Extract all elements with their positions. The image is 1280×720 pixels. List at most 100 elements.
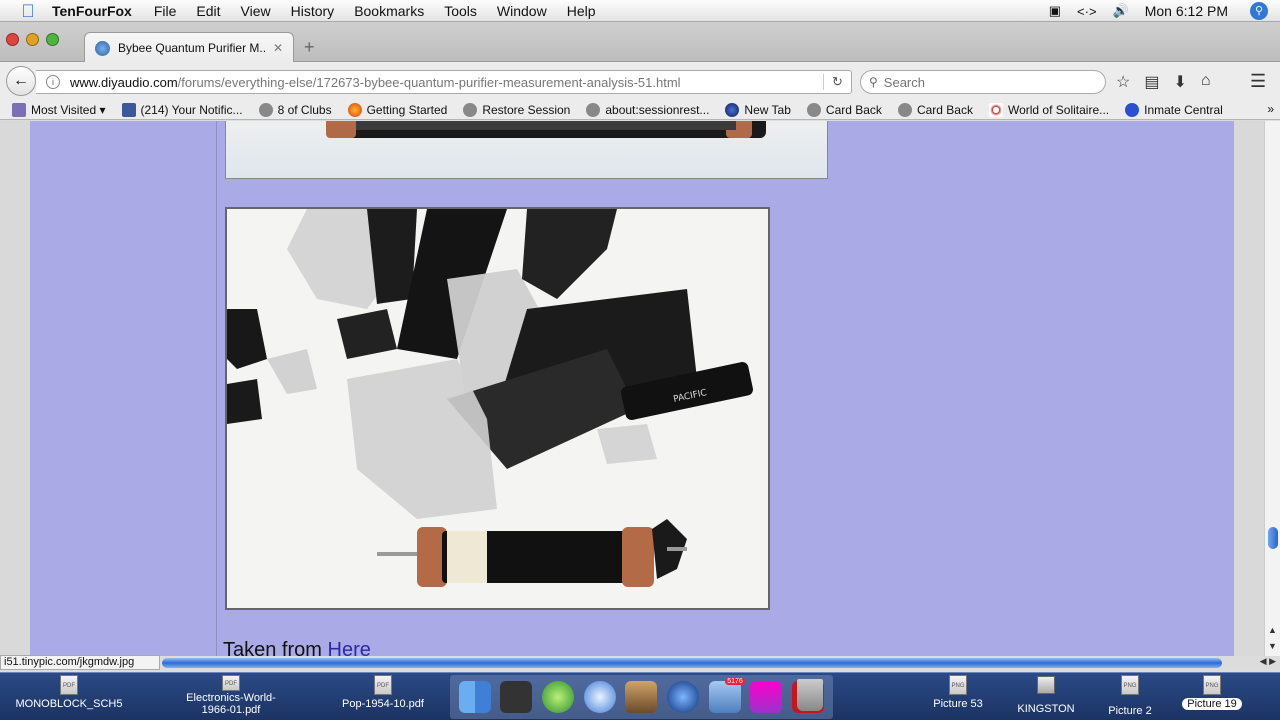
bookmark-world-of-solitaire[interactable]: World of Solitaire... xyxy=(988,102,1110,117)
bookmarks-overflow-icon[interactable]: » xyxy=(1267,102,1274,116)
inmate-central-icon xyxy=(1125,102,1140,117)
menu-help[interactable]: Help xyxy=(567,3,596,19)
menu-edit[interactable]: Edit xyxy=(196,3,220,19)
menu-hamburger-icon[interactable]: ☰ xyxy=(1250,71,1266,92)
dock-file-electronics-world[interactable]: PDF Electronics-World-1966-01.pdf xyxy=(176,673,286,716)
code-icon[interactable]: <·> xyxy=(1077,4,1097,19)
post-image-bybee-dissected[interactable]: PACIFIC xyxy=(225,207,770,610)
bookmark-label: World of Solitaire... xyxy=(1007,102,1110,117)
scroll-down-icon[interactable]: ▼ xyxy=(1268,641,1277,651)
menu-view[interactable]: View xyxy=(241,3,271,19)
bookmark-new-tab[interactable]: New Tab xyxy=(725,102,791,117)
horizontal-scroll-thumb[interactable] xyxy=(162,658,1222,668)
bookmark-label: Most Visited xyxy=(31,102,97,117)
volume-icon[interactable]: 🔊 xyxy=(1113,3,1129,19)
bookmark-card-back-2[interactable]: Card Back xyxy=(897,102,973,117)
bookmark-restore-session[interactable]: Restore Session xyxy=(463,102,571,117)
url-text[interactable]: www.diyaudio.com/forums/everything-else/… xyxy=(70,75,823,90)
bookmark-label: about:sessionrest... xyxy=(605,102,710,117)
back-button[interactable]: ← xyxy=(6,66,36,96)
bookmark-star-icon[interactable]: ☆ xyxy=(1116,72,1130,92)
menu-tools[interactable]: Tools xyxy=(444,3,477,19)
menubar-clock[interactable]: Mon 6:12 PM xyxy=(1145,3,1228,19)
trash-icon[interactable] xyxy=(790,679,830,711)
bookmark-getting-started[interactable]: Getting Started xyxy=(347,102,447,117)
search-bar[interactable]: ⚲ xyxy=(860,70,1106,94)
spotlight-icon[interactable]: ⚲ xyxy=(1250,2,1268,20)
tenfourfox-icon[interactable] xyxy=(667,681,700,713)
tab-active[interactable]: Bybee Quantum Purifier M... ✕ xyxy=(84,32,294,63)
display-icon[interactable]: ▣ xyxy=(1049,3,1061,19)
reload-icon[interactable]: ↻ xyxy=(823,74,851,90)
png-file-icon: PNG xyxy=(1121,675,1139,695)
page-viewport: PACIFIC Taken from Here ▲ ▼ xyxy=(0,121,1280,657)
bookmark-card-back-1[interactable]: Card Back xyxy=(806,102,882,117)
safari-icon[interactable] xyxy=(583,681,616,713)
page-info-icon[interactable]: i xyxy=(46,75,60,89)
search-input[interactable] xyxy=(883,74,1105,90)
image-caption: Taken from Here xyxy=(223,639,371,657)
dock-file-picture-19[interactable]: PNG Picture 19 xyxy=(1176,673,1248,710)
dock-file-label: Picture 2 xyxy=(1108,705,1152,717)
minimize-window-icon[interactable] xyxy=(26,33,39,46)
archive-utility-icon[interactable] xyxy=(500,681,533,713)
scroll-up-icon[interactable]: ▲ xyxy=(1268,625,1277,635)
bookmark-about-sessionrestore[interactable]: about:sessionrest... xyxy=(586,102,710,117)
globe-icon xyxy=(463,102,478,117)
caption-text: Taken from xyxy=(223,639,322,657)
menu-bar:  TenFourFox File Edit View History Book… xyxy=(0,0,1280,22)
finder-icon[interactable] xyxy=(458,681,491,713)
menu-window[interactable]: Window xyxy=(497,3,547,19)
new-tab-icon[interactable]: + xyxy=(304,37,315,58)
dock-file-monoblock[interactable]: PDF MONOBLOCK_SCH5 xyxy=(14,673,124,710)
search-icon: ⚲ xyxy=(869,75,878,89)
menu-history[interactable]: History xyxy=(291,3,335,19)
system-preferences-icon[interactable] xyxy=(750,681,783,713)
home-icon[interactable]: ⌂ xyxy=(1201,72,1211,92)
png-file-icon: PNG xyxy=(1203,675,1221,695)
menu-bookmarks[interactable]: Bookmarks xyxy=(354,3,424,19)
menu-app-name[interactable]: TenFourFox xyxy=(52,3,132,19)
tab-strip: Bybee Quantum Purifier M... ✕ + xyxy=(0,22,1280,63)
bookmark-facebook[interactable]: (214) Your Notific... xyxy=(121,102,243,117)
caption-link-here[interactable]: Here xyxy=(328,639,371,657)
url-bar[interactable]: i www.diyaudio.com/forums/everything-els… xyxy=(36,70,852,94)
post-image-top[interactable] xyxy=(225,121,828,179)
resistor-photo-top xyxy=(326,121,766,138)
horizontal-scrollbar[interactable]: ◀ ▶ xyxy=(160,656,1280,670)
dock-file-picture-2[interactable]: PNG Picture 2 xyxy=(1094,673,1166,717)
reading-list-icon[interactable]: ▤ xyxy=(1144,72,1159,92)
vertical-scroll-thumb[interactable] xyxy=(1268,527,1278,549)
dock-file-picture-53[interactable]: PNG Picture 53 xyxy=(922,673,994,710)
scroll-left-right-icon[interactable]: ◀ ▶ xyxy=(1260,656,1276,667)
bookmark-8-of-clubs[interactable]: 8 of Clubs xyxy=(258,102,332,117)
bookmark-inmate-central[interactable]: Inmate Central xyxy=(1125,102,1223,117)
png-file-icon: PNG xyxy=(949,675,967,695)
bookmark-most-visited[interactable]: Most Visited ▾ xyxy=(12,102,106,117)
dock-drive-kingston[interactable]: KINGSTON xyxy=(1010,673,1082,715)
bookmark-label: 8 of Clubs xyxy=(277,102,332,117)
bookmark-label: Card Back xyxy=(825,102,882,117)
dock-file-label: Electronics-World-1966-01.pdf xyxy=(186,692,276,716)
dock-file-label: MONOBLOCK_SCH5 xyxy=(15,698,123,710)
usb-drive-icon xyxy=(1037,676,1055,694)
menu-file[interactable]: File xyxy=(154,3,177,19)
zoom-window-icon[interactable] xyxy=(46,33,59,46)
close-window-icon[interactable] xyxy=(6,33,19,46)
forum-post-area: PACIFIC Taken from Here xyxy=(30,121,1234,657)
bookmark-label: Restore Session xyxy=(482,102,571,117)
downloads-icon[interactable]: ⬇ xyxy=(1173,72,1186,92)
itunes-icon[interactable] xyxy=(542,681,575,713)
tab-title: Bybee Quantum Purifier M... xyxy=(118,41,267,55)
most-visited-folder-icon xyxy=(12,102,26,117)
globe-icon xyxy=(258,102,273,117)
mail-icon[interactable]: 5176 xyxy=(708,678,745,713)
bybee-dissection-photo: PACIFIC xyxy=(227,209,753,587)
tab-close-icon[interactable]: ✕ xyxy=(273,41,283,55)
dock-file-label: KINGSTON xyxy=(1017,703,1075,715)
vertical-scrollbar[interactable]: ▲ ▼ xyxy=(1264,121,1280,657)
apple-icon[interactable]:  xyxy=(18,1,38,21)
status-link: i51.tinypic.com/jkgmdw.jpg xyxy=(0,655,160,670)
dock-file-pop-1954[interactable]: PDF Pop-1954-10.pdf xyxy=(328,673,438,710)
iphoto-icon[interactable] xyxy=(625,681,658,713)
